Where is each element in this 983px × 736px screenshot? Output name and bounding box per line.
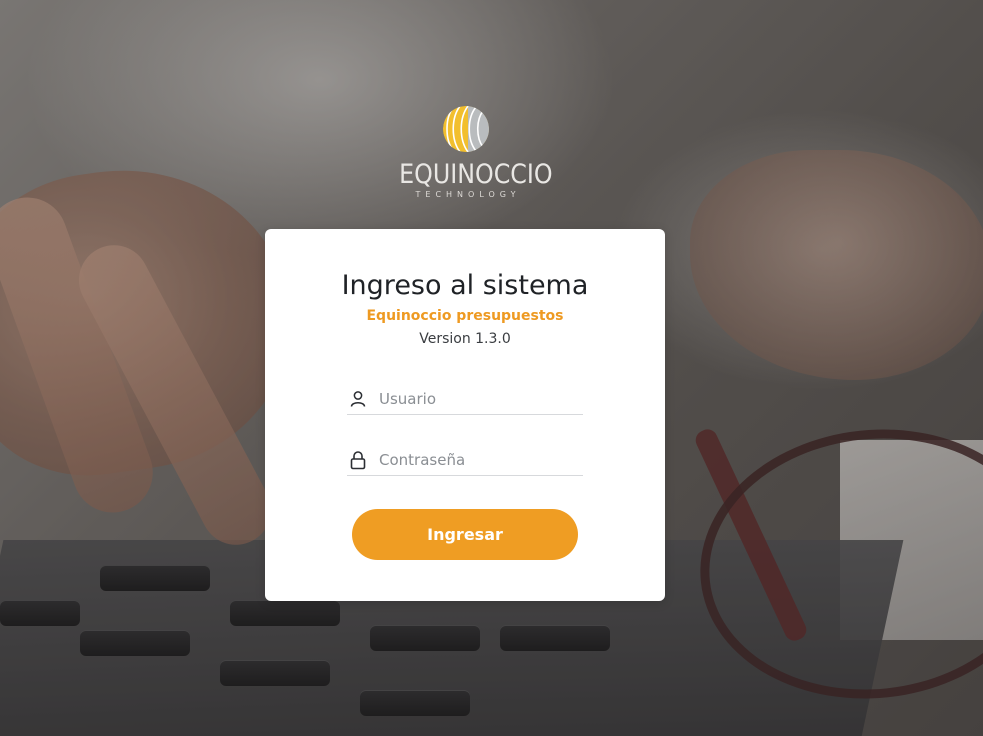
password-input[interactable] bbox=[379, 448, 574, 472]
user-icon bbox=[347, 388, 369, 410]
equinoccio-logo-icon bbox=[443, 106, 489, 152]
login-page: EQUINOCCIO TECHNOLOGY Ingreso al sistema… bbox=[0, 0, 983, 736]
login-title: Ingreso al sistema bbox=[341, 270, 589, 301]
app-name: Equinoccio presupuestos bbox=[366, 308, 564, 324]
app-version: Version 1.3.0 bbox=[419, 331, 511, 347]
password-field[interactable] bbox=[347, 445, 583, 476]
login-card: Ingreso al sistema Equinoccio presupuest… bbox=[265, 229, 665, 601]
brand-name: EQUINOCCIO bbox=[399, 159, 553, 190]
username-field[interactable] bbox=[347, 384, 583, 415]
lock-icon bbox=[347, 449, 369, 471]
login-button[interactable]: Ingresar bbox=[352, 509, 578, 560]
brand-logo: EQUINOCCIO TECHNOLOGY bbox=[390, 104, 553, 199]
username-input[interactable] bbox=[379, 387, 574, 411]
brand-tagline: TECHNOLOGY bbox=[415, 190, 521, 199]
